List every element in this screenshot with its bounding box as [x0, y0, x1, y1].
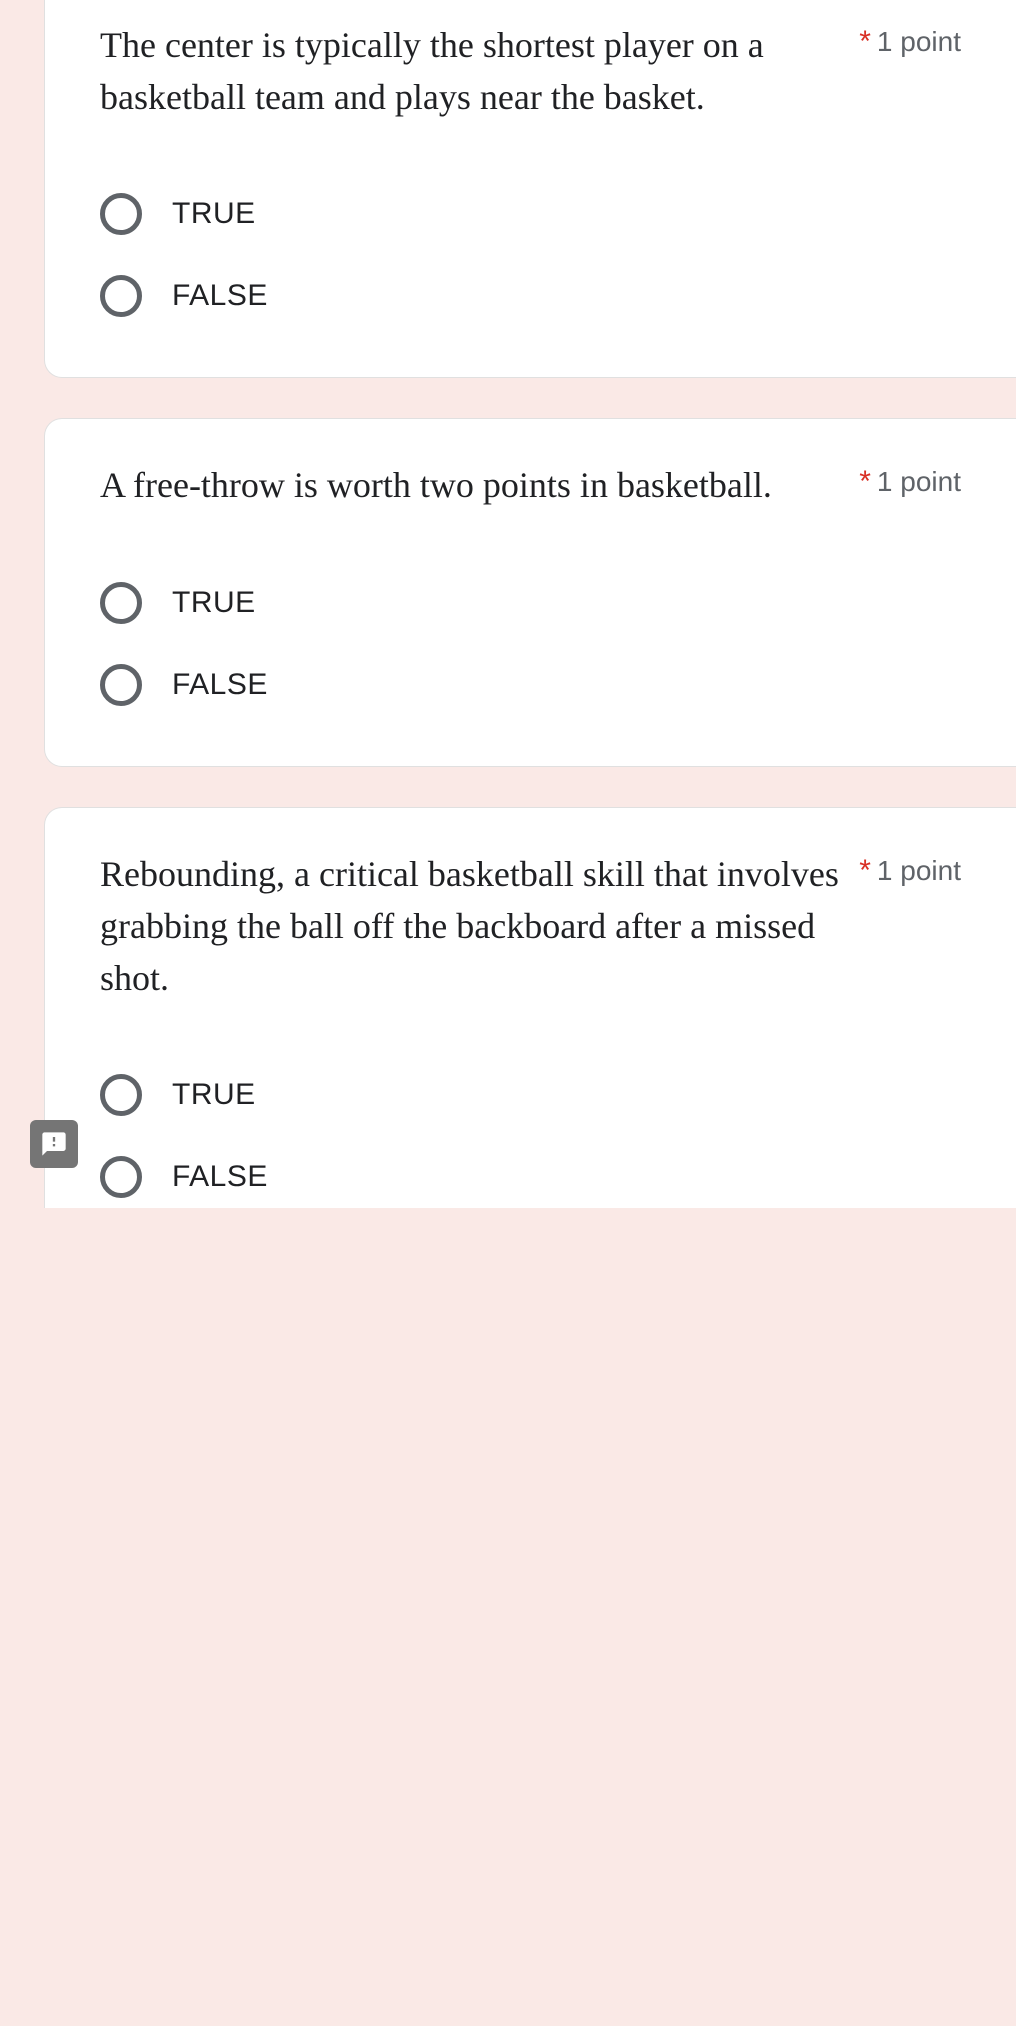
points-label: * 1 point — [859, 25, 961, 59]
radio-icon — [100, 582, 142, 624]
option-false[interactable]: FALSE — [100, 664, 961, 706]
question-text: Rebounding, a critical basketball skill … — [100, 848, 839, 1005]
option-true[interactable]: TRUE — [100, 193, 961, 235]
option-true[interactable]: TRUE — [100, 1074, 961, 1116]
option-label: TRUE — [172, 586, 256, 620]
points-label: * 1 point — [859, 854, 961, 888]
required-asterisk: * — [859, 465, 871, 499]
option-false[interactable]: FALSE — [100, 1156, 961, 1198]
question-card: The center is typically the shortest pla… — [44, 0, 1016, 378]
radio-icon — [100, 664, 142, 706]
radio-icon — [100, 275, 142, 317]
question-text: A free-throw is worth two points in bask… — [100, 459, 839, 511]
option-label: FALSE — [172, 1160, 268, 1194]
option-label: FALSE — [172, 668, 268, 702]
radio-icon — [100, 1074, 142, 1116]
required-asterisk: * — [859, 854, 871, 888]
question-text: The center is typically the shortest pla… — [100, 19, 839, 123]
option-label: TRUE — [172, 197, 256, 231]
report-icon — [40, 1130, 68, 1158]
radio-icon — [100, 193, 142, 235]
option-label: FALSE — [172, 279, 268, 313]
option-true[interactable]: TRUE — [100, 582, 961, 624]
radio-icon — [100, 1156, 142, 1198]
report-problem-button[interactable] — [30, 1120, 78, 1168]
question-card: A free-throw is worth two points in bask… — [44, 418, 1016, 766]
question-card: Rebounding, a critical basketball skill … — [44, 807, 1016, 1209]
required-asterisk: * — [859, 25, 871, 59]
points-label: * 1 point — [859, 465, 961, 499]
option-false[interactable]: FALSE — [100, 275, 961, 317]
option-label: TRUE — [172, 1078, 256, 1112]
